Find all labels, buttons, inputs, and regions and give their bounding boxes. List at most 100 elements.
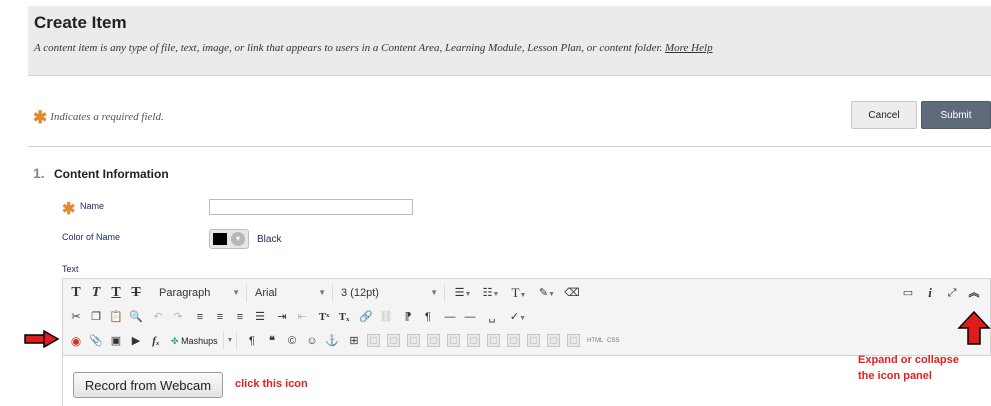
expand-note-line-2: the icon panel <box>858 370 932 382</box>
text-label: Text <box>62 264 79 274</box>
format-select-value: Paragraph <box>159 287 211 299</box>
preview-icon[interactable]: ▭ <box>899 284 917 302</box>
editor-left-border <box>62 356 63 406</box>
right-arrow-annotation-icon <box>24 330 60 348</box>
text-editor-toolbar: T T T T Paragraph ▼ Arial ▼ 3 (12pt) ▼ ☰▼ ☷… <box>62 278 991 356</box>
table-col-before-icon[interactable] <box>427 334 440 347</box>
toolbar-row-2: ✂ ❐ 📋 🔍 ↶ ↷ ≡ ≡ ≡ ☰ ⇥ ⇤ Tˣ Tₓ 🔗 ⛓ ⁋ ¶ — … <box>65 306 990 328</box>
toolbar-row-1: T T T T Paragraph ▼ Arial ▼ 3 (12pt) ▼ ☰▼ ☷… <box>65 282 990 304</box>
table-cell-props-icon[interactable] <box>547 334 560 347</box>
math-editor-icon[interactable]: fₓ <box>147 332 165 350</box>
bold-icon[interactable]: T <box>67 284 85 302</box>
color-picker[interactable]: ▾ <box>209 229 249 249</box>
insert-table-icon[interactable]: ⊞ <box>345 332 363 350</box>
spellcheck-icon[interactable]: ✓▼ <box>505 308 531 326</box>
numbered-list-icon[interactable]: ☷▼ <box>479 284 503 302</box>
table-delete-row-icon[interactable] <box>407 334 420 347</box>
emoticon-icon[interactable]: ☺ <box>303 332 321 350</box>
color-swatch <box>213 233 227 245</box>
anchor-icon[interactable]: ⚓ <box>323 332 341 350</box>
redo-icon[interactable]: ↷ <box>169 308 187 326</box>
align-center-icon[interactable]: ≡ <box>211 308 229 326</box>
click-icon-annotation: click this icon <box>235 378 308 390</box>
cancel-button[interactable]: Cancel <box>851 101 917 129</box>
superscript-icon[interactable]: Tˣ <box>315 308 333 326</box>
color-value-label: Black <box>257 234 282 245</box>
align-left-icon[interactable]: ≡ <box>191 308 209 326</box>
fullscreen-icon[interactable]: ⤢ <box>943 284 961 302</box>
info-icon[interactable]: i <box>921 284 939 302</box>
more-help-link[interactable]: More Help <box>665 42 713 54</box>
align-right-icon[interactable]: ≡ <box>231 308 249 326</box>
required-field-note: ✱ Indicates a required field. <box>33 108 164 128</box>
unlink-icon[interactable]: ⛓ <box>377 308 395 326</box>
html-source-button[interactable]: HTML <box>587 336 603 346</box>
bullet-list-icon[interactable]: ☰▼ <box>451 284 475 302</box>
size-select-value: 3 (12pt) <box>341 287 379 299</box>
nonbreaking-space-icon[interactable]: ␣ <box>483 308 501 326</box>
mashups-menu[interactable]: ✤ Mashups <box>171 332 218 350</box>
color-of-name-label: Color of Name <box>62 232 121 242</box>
table-delete-col-icon[interactable] <box>467 334 480 347</box>
blockquote-icon[interactable]: ❝ <box>263 332 281 350</box>
page-title: Create Item <box>34 13 127 32</box>
format-select[interactable]: Paragraph ▼ <box>153 284 247 302</box>
name-input[interactable] <box>209 199 413 215</box>
horizontal-rule-icon[interactable]: — <box>441 308 459 326</box>
section-title: Content Information <box>54 167 169 181</box>
subscript-icon[interactable]: Tₓ <box>335 308 353 326</box>
insert-media-icon[interactable]: ▶ <box>127 332 145 350</box>
chevron-down-icon: ▾ <box>231 232 245 246</box>
strikethrough-icon[interactable]: T <box>127 284 145 302</box>
justify-icon[interactable]: ☰ <box>251 308 269 326</box>
underline-icon[interactable]: T <box>107 284 125 302</box>
copyright-icon[interactable]: © <box>283 332 301 350</box>
size-select[interactable]: 3 (12pt) ▼ <box>335 284 445 302</box>
table-props-icon[interactable] <box>567 334 580 347</box>
paste-icon[interactable]: 📋 <box>107 308 125 326</box>
table-split-cells-icon[interactable] <box>487 334 500 347</box>
css-editor-button[interactable]: CSS <box>607 336 619 346</box>
up-arrow-annotation-icon <box>957 310 991 345</box>
mashups-icon: ✤ <box>171 336 179 346</box>
ltr-icon[interactable]: ⁋ <box>399 308 417 326</box>
outdent-icon[interactable]: ⇤ <box>293 308 311 326</box>
chevron-down-icon: ▼ <box>430 288 438 297</box>
em-dash-icon[interactable]: — <box>461 308 479 326</box>
highlight-pen-icon[interactable]: ✎▼ <box>535 284 559 302</box>
required-star-icon: ✱ <box>62 201 76 218</box>
find-icon[interactable]: 🔍 <box>127 308 145 326</box>
toolbar-row-3: ◉ 📎 ▣ ▶ fₓ ✤ Mashups ▼ ¶ ❝ © ☺ ⚓ ⊞ HTML … <box>65 330 990 352</box>
paragraph-icon[interactable]: ¶ <box>243 332 261 350</box>
required-star-icon: ✱ <box>33 108 48 127</box>
text-color-icon[interactable]: T▼ <box>507 284 531 302</box>
copy-icon[interactable]: ❐ <box>87 308 105 326</box>
required-note-text: Indicates a required field. <box>50 111 164 123</box>
eraser-icon[interactable]: ⌫ <box>563 284 581 302</box>
chevron-down-icon: ▼ <box>232 288 240 297</box>
rtl-icon[interactable]: ¶ <box>419 308 437 326</box>
description-text: A content item is any type of file, text… <box>34 42 663 54</box>
undo-icon[interactable]: ↶ <box>149 308 167 326</box>
table-row-before-icon[interactable] <box>367 334 380 347</box>
table-col-after-icon[interactable] <box>447 334 460 347</box>
table-merge-cells-icon[interactable] <box>507 334 520 347</box>
table-row-after-icon[interactable] <box>387 334 400 347</box>
table-row-props-icon[interactable] <box>527 334 540 347</box>
insert-image-icon[interactable]: ▣ <box>107 332 125 350</box>
link-icon[interactable]: 🔗 <box>357 308 375 326</box>
record-from-webcam-button[interactable]: Record from Webcam <box>73 372 223 398</box>
attach-file-icon[interactable]: 📎 <box>87 332 105 350</box>
expand-note-line-1: Expand or collapse <box>858 354 959 366</box>
submit-button[interactable]: Submit <box>921 101 991 129</box>
section-divider <box>28 146 991 147</box>
cut-icon[interactable]: ✂ <box>67 308 85 326</box>
mashups-label: Mashups <box>181 336 218 346</box>
chevron-down-icon[interactable]: ▼ <box>223 332 237 350</box>
font-select[interactable]: Arial ▼ <box>249 284 333 302</box>
collapse-toolbar-icon[interactable]: ︽ <box>965 284 983 302</box>
indent-icon[interactable]: ⇥ <box>273 308 291 326</box>
font-select-value: Arial <box>255 287 278 299</box>
italic-icon[interactable]: T <box>87 284 105 302</box>
webcam-record-icon[interactable]: ◉ <box>67 332 85 350</box>
